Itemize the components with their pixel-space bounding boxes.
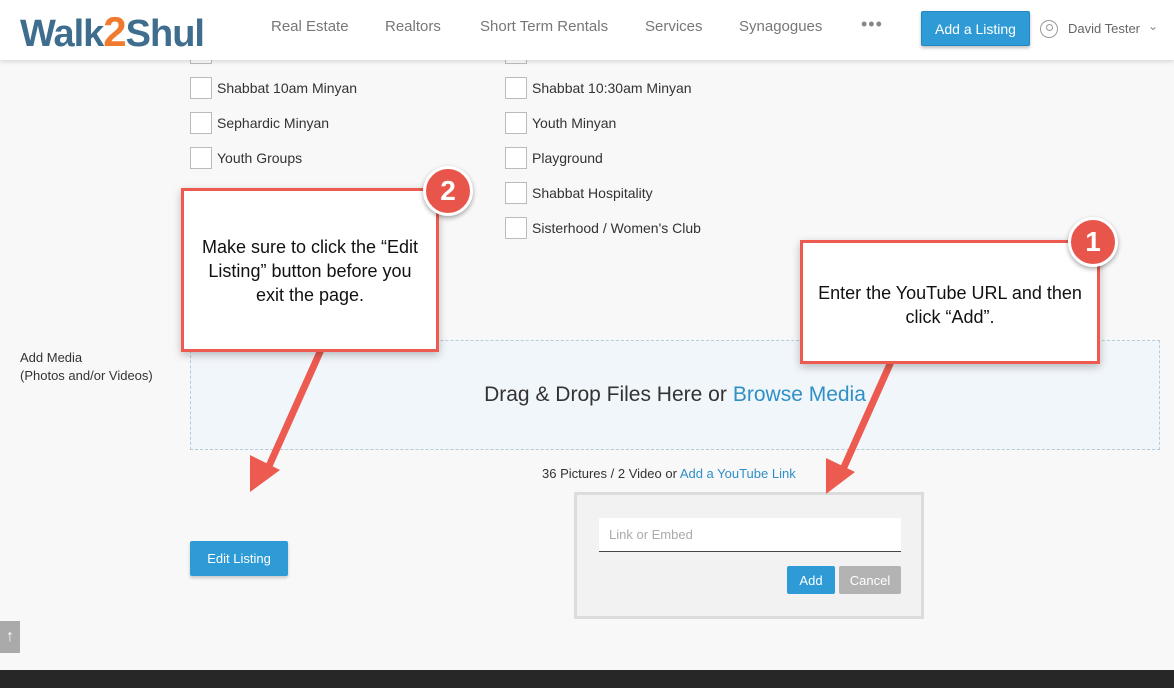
add-media-label: Add Media (Photos and/or Videos)	[20, 350, 153, 383]
amenity-checkbox[interactable]	[505, 112, 527, 134]
amenity-item[interactable]: Shabbat 10:30am Minyan	[505, 77, 692, 99]
browse-media-link[interactable]: Browse Media	[733, 383, 866, 407]
top-header: Walk2Shul Real Estate Realtors Short Ter…	[0, 0, 1174, 60]
add-youtube-link[interactable]: Add a YouTube Link	[680, 466, 796, 481]
amenity-checkbox[interactable]	[190, 77, 212, 99]
amenity-item[interactable]: Youth Groups	[190, 147, 302, 169]
amenity-item[interactable]: Shabbat 10am Minyan	[190, 77, 357, 99]
callout-badge-2: 2	[423, 166, 473, 216]
arrowhead-youtube-popup	[826, 458, 855, 494]
callout-badge-1: 1	[1068, 217, 1118, 267]
nav-real-estate[interactable]: Real Estate	[271, 18, 349, 35]
scroll-to-top-icon[interactable]: ↑	[0, 621, 20, 653]
amenity-item[interactable]: Playground	[505, 147, 603, 169]
amenity-checkbox[interactable]	[505, 77, 527, 99]
amenity-item[interactable]: Youth Minyan	[505, 112, 616, 134]
page-footer	[0, 670, 1174, 688]
youtube-url-input[interactable]	[599, 518, 901, 552]
arrowhead-edit-listing	[250, 455, 280, 492]
amenity-checkbox[interactable]	[505, 217, 527, 239]
amenity-checkbox[interactable]	[190, 147, 212, 169]
more-menu-icon[interactable]: •••	[861, 14, 883, 35]
callout-edit-listing: Make sure to click the “Edit Listing” bu…	[181, 188, 439, 352]
youtube-popup: Add Cancel	[574, 492, 924, 619]
media-count: 36 Pictures / 2 Video or Add a YouTube L…	[542, 466, 796, 481]
add-listing-button[interactable]: Add a Listing	[921, 11, 1030, 46]
cancel-button[interactable]: Cancel	[839, 566, 901, 594]
amenity-checkbox[interactable]	[505, 182, 527, 204]
user-name[interactable]: David Tester	[1068, 21, 1140, 36]
add-button[interactable]: Add	[787, 566, 835, 594]
nav-realtors[interactable]: Realtors	[385, 18, 441, 35]
walk2shul-logo[interactable]: Walk2Shul	[20, 8, 205, 56]
user-avatar-icon[interactable]	[1040, 20, 1058, 38]
callout-youtube-url: Enter the YouTube URL and then click “Ad…	[800, 240, 1100, 364]
amenity-checkbox[interactable]	[190, 112, 212, 134]
amenity-item[interactable]: Shabbat Hospitality	[505, 182, 653, 204]
chevron-down-icon[interactable]: ⌄	[1148, 19, 1158, 33]
nav-synagogues[interactable]: Synagogues	[739, 18, 822, 35]
nav-services[interactable]: Services	[645, 18, 703, 35]
edit-listing-button[interactable]: Edit Listing	[190, 541, 288, 576]
amenity-checkbox[interactable]	[505, 147, 527, 169]
amenity-item[interactable]: Sephardic Minyan	[190, 112, 329, 134]
nav-short-term-rentals[interactable]: Short Term Rentals	[480, 18, 608, 35]
amenity-item[interactable]: Sisterhood / Women's Club	[505, 217, 701, 239]
